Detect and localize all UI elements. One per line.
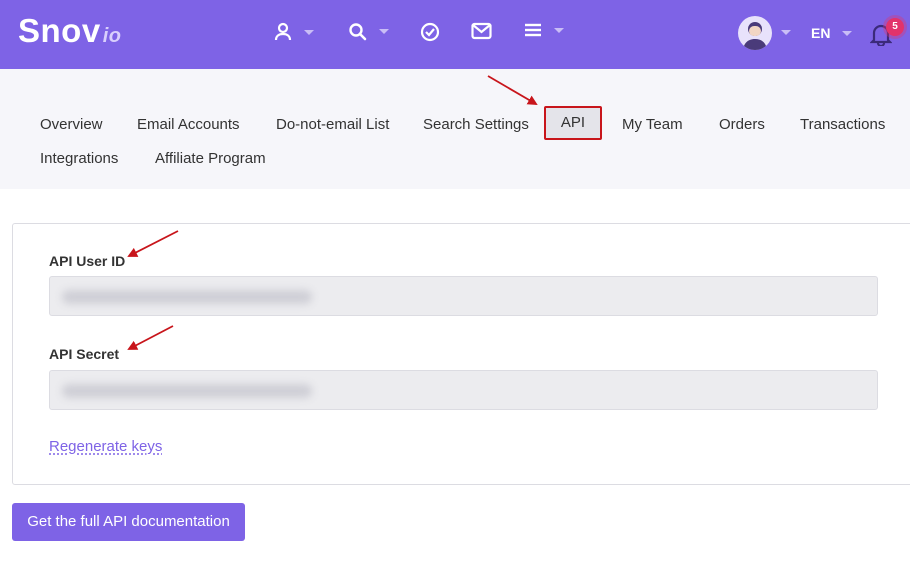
tab-affiliate-program[interactable]: Affiliate Program xyxy=(155,142,266,176)
api-user-id-label: API User ID xyxy=(49,253,126,269)
language-selector[interactable]: EN xyxy=(811,25,853,41)
api-user-id-field[interactable] xyxy=(49,276,878,316)
settings-tabs: Overview Email Accounts Do-not-email Lis… xyxy=(0,69,910,189)
user-icon xyxy=(274,22,292,41)
mail-icon xyxy=(471,22,492,40)
tab-orders[interactable]: Orders xyxy=(719,108,765,142)
tab-overview[interactable]: Overview xyxy=(40,108,103,142)
chevron-down-icon xyxy=(842,30,853,36)
tab-search-settings[interactable]: Search Settings xyxy=(423,108,529,142)
api-secret-field[interactable] xyxy=(49,370,878,410)
search-menu[interactable] xyxy=(348,22,389,41)
account-chevron-down-icon[interactable] xyxy=(781,30,791,35)
prospects-menu[interactable] xyxy=(274,22,314,42)
logo-text: Snov xyxy=(18,12,101,49)
chevron-down-icon xyxy=(304,29,314,35)
logo-suffix: io xyxy=(102,25,122,47)
redacted-value xyxy=(62,384,312,398)
tab-integrations[interactable]: Integrations xyxy=(40,142,118,176)
top-navbar: Snov io EN 5 xyxy=(0,0,910,69)
check-circle-icon xyxy=(420,22,440,42)
tab-api[interactable]: API xyxy=(544,106,602,140)
notification-badge: 5 xyxy=(886,18,904,36)
chevron-down-icon xyxy=(379,29,389,34)
menu-icon xyxy=(525,23,541,37)
api-documentation-button[interactable]: Get the full API documentation xyxy=(12,503,245,541)
regenerate-keys-link[interactable]: Regenerate keys xyxy=(49,438,162,455)
search-icon xyxy=(349,23,367,41)
api-secret-label: API Secret xyxy=(49,346,120,362)
verifier-button[interactable] xyxy=(420,22,440,42)
chevron-down-icon xyxy=(554,27,564,33)
tab-do-not-email-list[interactable]: Do-not-email List xyxy=(276,108,389,142)
language-label: EN xyxy=(811,25,831,41)
more-menu[interactable] xyxy=(524,22,564,38)
logo[interactable]: Snov io xyxy=(18,12,121,50)
email-campaigns-button[interactable] xyxy=(471,22,492,40)
avatar[interactable] xyxy=(738,16,772,50)
redacted-value xyxy=(62,290,312,304)
tab-email-accounts[interactable]: Email Accounts xyxy=(137,108,240,142)
tab-my-team[interactable]: My Team xyxy=(622,108,683,142)
tab-transactions[interactable]: Transactions xyxy=(800,108,885,142)
